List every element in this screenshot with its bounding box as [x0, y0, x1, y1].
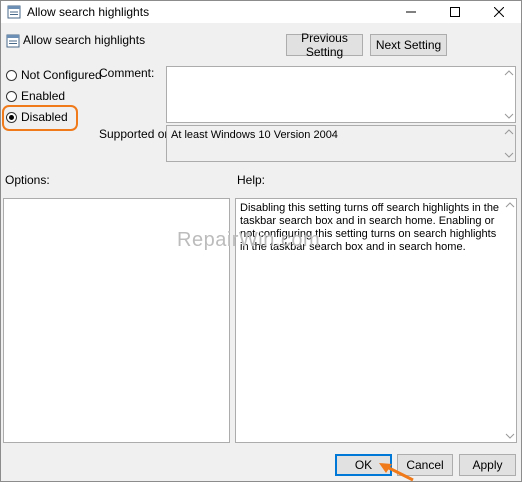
comment-label: Comment: — [99, 66, 155, 80]
window-title: Allow search highlights — [27, 5, 150, 19]
scroll-down-icon[interactable] — [504, 151, 514, 159]
radio-not-configured[interactable]: Not Configured — [6, 67, 102, 83]
apply-button[interactable]: Apply — [459, 454, 516, 476]
radio-not-configured-circle[interactable] — [6, 69, 17, 81]
scroll-up-icon[interactable] — [504, 128, 514, 136]
radio-enabled-circle[interactable] — [6, 90, 17, 102]
close-icon — [494, 7, 504, 17]
supported-on-value: At least Windows 10 Version 2004 — [171, 129, 338, 141]
setting-title: Allow search highlights — [23, 33, 146, 47]
setting-icon — [6, 34, 20, 48]
help-text: Disabling this setting turns off search … — [240, 202, 500, 253]
maximize-button[interactable] — [433, 1, 477, 23]
maximize-icon — [450, 7, 460, 17]
minimize-icon — [406, 11, 416, 13]
radio-not-configured-label: Not Configured — [21, 68, 102, 82]
scroll-down-icon[interactable] — [505, 432, 515, 440]
next-setting-button[interactable]: Next Setting — [370, 34, 447, 56]
minimize-button[interactable] — [389, 1, 433, 23]
previous-setting-button[interactable]: Previous Setting — [286, 31, 363, 59]
comment-textbox[interactable] — [166, 66, 516, 123]
options-label: Options: — [5, 173, 50, 187]
radio-enabled-label: Enabled — [21, 89, 66, 103]
scroll-up-icon[interactable] — [505, 201, 515, 209]
scroll-up-icon[interactable] — [504, 69, 514, 77]
title-bar[interactable]: Allow search highlights — [1, 1, 521, 23]
close-button[interactable] — [477, 1, 521, 23]
disabled-highlight-annotation — [2, 105, 78, 131]
supported-on-label: Supported on: — [99, 127, 175, 141]
policy-dialog: Allow search highlights Allow search hig… — [0, 0, 522, 482]
radio-enabled[interactable]: Enabled — [6, 88, 65, 104]
policy-icon — [7, 5, 21, 19]
options-panel — [3, 198, 230, 443]
scroll-down-icon[interactable] — [504, 112, 514, 120]
pointer-arrow-icon — [379, 463, 414, 482]
supported-on-box: At least Windows 10 Version 2004 — [166, 125, 516, 162]
help-panel[interactable]: Disabling this setting turns off search … — [235, 198, 517, 443]
help-label: Help: — [237, 173, 266, 187]
